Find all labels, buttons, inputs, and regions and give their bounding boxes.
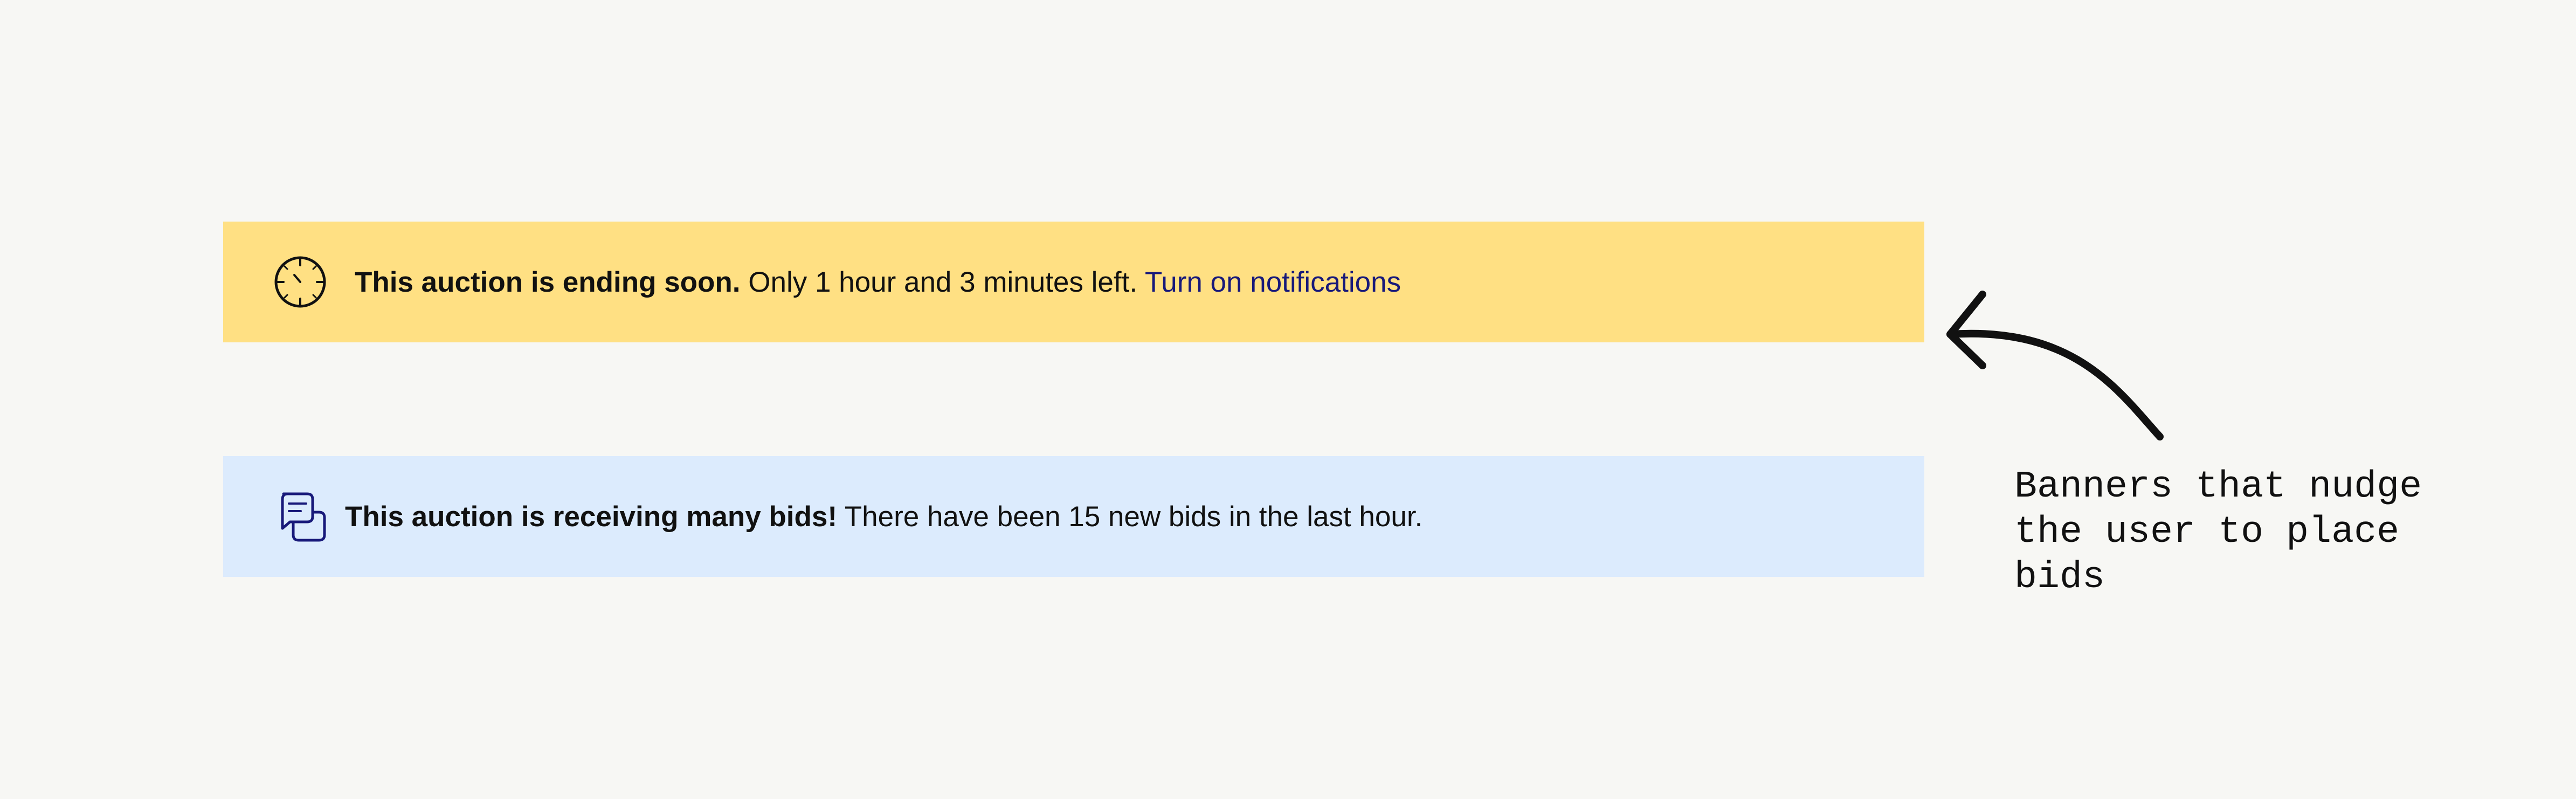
annotation-note: Banners that nudge the user to place bid… (2014, 465, 2499, 601)
curved-arrow-icon (1946, 291, 2164, 440)
auction-ending-banner: This auction is ending soon. Only 1 hour… (223, 222, 1924, 342)
many-bids-detail: There have been 15 new bids in the last … (837, 500, 1423, 533)
auction-ending-message: This auction is ending soon. Only 1 hour… (355, 266, 1401, 299)
chat-bubbles-icon (276, 491, 328, 542)
turn-on-notifications-link[interactable]: Turn on notifications (1145, 266, 1401, 298)
many-bids-banner: This auction is receiving many bids! The… (223, 456, 1924, 577)
annotation-line: Banners that nudge (2014, 466, 2422, 508)
many-bids-title: This auction is receiving many bids! (345, 500, 838, 533)
many-bids-message: This auction is receiving many bids! The… (345, 500, 1422, 533)
auction-ending-title: This auction is ending soon. (355, 266, 741, 298)
clock-icon (273, 254, 328, 309)
auction-ending-detail: Only 1 hour and 3 minutes left. (740, 266, 1145, 298)
annotation-line: the user to place (2014, 511, 2400, 554)
annotation-line: bids (2014, 556, 2105, 599)
